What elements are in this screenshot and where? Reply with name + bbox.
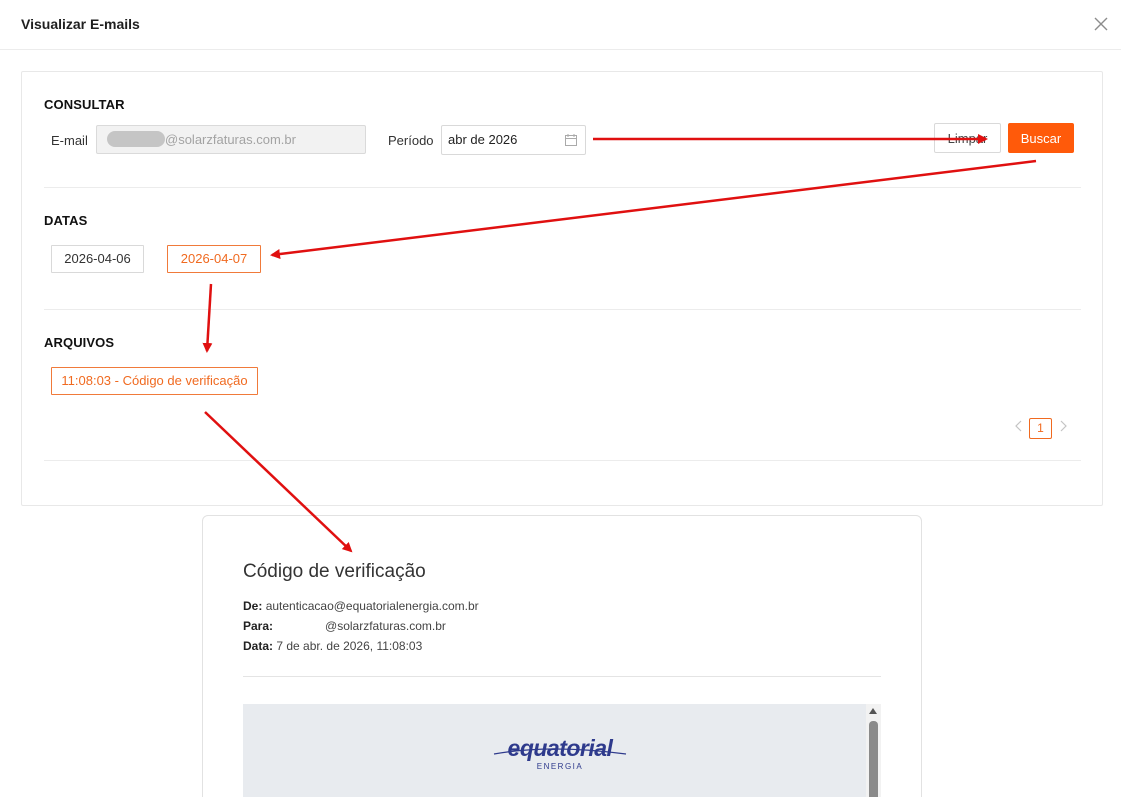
- email-from: De: autenticacao@equatorialenergia.com.b…: [243, 599, 479, 613]
- email-body-frame[interactable]: equatorial ENERGIA: [243, 704, 866, 797]
- query-panel: CONSULTAR E-mail @solarzfaturas.com.br P…: [21, 71, 1103, 506]
- chevron-right-icon[interactable]: [1057, 419, 1069, 433]
- pagination-page-1[interactable]: 1: [1029, 418, 1052, 439]
- period-label: Período: [388, 133, 434, 148]
- close-icon[interactable]: [1092, 15, 1110, 33]
- scrollbar-thumb[interactable]: [869, 721, 878, 797]
- divider: [44, 309, 1081, 310]
- email-field[interactable]: @solarzfaturas.com.br: [96, 125, 366, 154]
- period-value: abr de 2026: [448, 132, 518, 147]
- email-date: Data: 7 de abr. de 2026, 11:08:03: [243, 639, 422, 653]
- email-subject: Código de verificação: [243, 561, 426, 582]
- date-value: 7 de abr. de 2026, 11:08:03: [276, 639, 423, 653]
- scrollbar[interactable]: [866, 704, 881, 797]
- chevron-left-icon[interactable]: [1013, 419, 1025, 433]
- calendar-icon: [565, 134, 577, 146]
- to-label: Para:: [243, 619, 274, 633]
- clear-button[interactable]: Limpar: [934, 123, 1001, 153]
- modal-header: Visualizar E-mails: [0, 0, 1121, 50]
- section-title-consultar: CONSULTAR: [44, 97, 125, 112]
- logo-text: equatorial: [508, 735, 614, 761]
- date-button-2026-04-06[interactable]: 2026-04-06: [51, 245, 144, 273]
- date-label: Data:: [243, 639, 274, 653]
- from-value: autenticacao@equatorialenergia.com.br: [265, 599, 479, 613]
- period-picker[interactable]: abr de 2026: [441, 125, 586, 155]
- scroll-up-arrow-icon[interactable]: [869, 708, 877, 714]
- email-preview: Código de verificação De: autenticacao@e…: [202, 515, 922, 797]
- divider: [44, 460, 1081, 461]
- to-value: @solarzfaturas.com.br: [325, 619, 446, 633]
- from-label: De:: [243, 599, 263, 613]
- section-title-arquivos: ARQUIVOS: [44, 335, 115, 350]
- modal-title: Visualizar E-mails: [21, 16, 140, 32]
- divider: [44, 187, 1081, 188]
- file-button[interactable]: 11:08:03 - Código de verificação: [51, 367, 258, 395]
- redacted-email-blur: [107, 131, 165, 147]
- date-button-2026-04-07[interactable]: 2026-04-07: [167, 245, 261, 273]
- email-to: Para: @solarzfaturas.com.br: [243, 619, 446, 633]
- equatorial-logo: equatorial ENERGIA: [493, 735, 627, 771]
- logo-subtext: ENERGIA: [537, 762, 584, 771]
- divider: [243, 676, 881, 677]
- email-label: E-mail: [51, 133, 88, 148]
- email-field-value: @solarzfaturas.com.br: [165, 132, 296, 147]
- section-title-datas: DATAS: [44, 213, 88, 228]
- search-button[interactable]: Buscar: [1008, 123, 1074, 153]
